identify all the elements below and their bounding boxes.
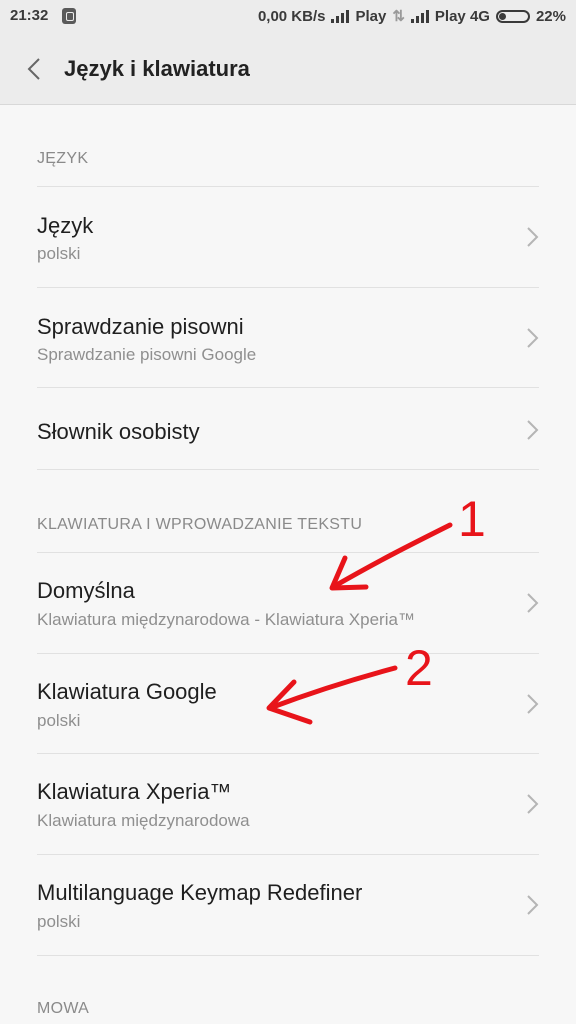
item-title: Sprawdzanie pisowni [37,314,244,339]
page-title: Język i klawiatura [64,56,250,81]
chevron-right-icon [522,591,542,615]
chevron-right-icon [522,692,542,716]
section-header-keyboard: KLAWIATURA I WPROWADZANIE TEKSTU [37,516,363,533]
divider [37,469,539,470]
chevron-right-icon [522,792,542,816]
item-subtitle: Klawiatura międzynarodowa [37,811,250,830]
list-item-default-keyboard[interactable]: Domyślna Klawiatura międzynarodowa - Kla… [0,553,576,653]
chevron-left-icon [27,58,40,80]
chevron-right-icon [522,326,542,350]
carrier-1: Play [355,7,387,25]
signal-icon-2 [410,9,429,23]
network-speed: 0,00 KB/s [257,7,326,25]
item-subtitle: Sprawdzanie pisowni Google [37,345,257,364]
item-subtitle: polski [37,244,81,263]
section-header-language: JĘZYK [37,150,89,167]
item-title: Klawiatura Google [37,679,217,704]
list-item-language[interactable]: Język polski [0,187,576,287]
signal-icon [331,9,350,23]
item-title: Klawiatura Xperia™ [37,779,232,804]
clock: 21:32 [10,7,49,24]
list-item-keymap-redefiner[interactable]: Multilanguage Keymap Redefiner polski [0,855,576,955]
divider [37,955,539,956]
chevron-right-icon [522,893,542,917]
chevron-right-icon [522,225,542,249]
list-item-personal-dictionary[interactable]: Słownik osobisty [0,388,576,470]
battery-level: 22% [535,7,566,25]
status-bar: 21:32 0,00 KB/s Play ⇅ Play 4G 22% [0,0,576,34]
annotation-label-1: 1 [458,491,486,547]
item-title: Słownik osobisty [37,419,200,444]
item-subtitle: polski [37,711,81,730]
item-subtitle: polski [37,912,81,931]
battery-icon [495,9,530,23]
status-indicators: 0,00 KB/s Play ⇅ Play 4G 22% [257,7,566,26]
carrier-2: Play 4G [434,7,490,25]
list-item-xperia-keyboard[interactable]: Klawiatura Xperia™ Klawiatura międzynaro… [0,754,576,854]
chevron-right-icon [522,418,542,442]
item-title: Język [37,213,94,238]
list-item-spellcheck[interactable]: Sprawdzanie pisowni Sprawdzanie pisowni … [0,288,576,388]
notification-icon [62,8,76,24]
item-title: Multilanguage Keymap Redefiner [37,880,363,905]
app-header: Język i klawiatura [0,34,576,105]
back-button[interactable] [18,52,52,86]
data-transfer-icon: ⇅ [392,8,405,25]
item-subtitle: Klawiatura międzynarodowa - Klawiatura X… [37,610,415,629]
section-header-speech: MOWA [37,1000,90,1017]
item-title: Domyślna [37,578,135,603]
list-item-google-keyboard[interactable]: Klawiatura Google polski [0,654,576,754]
